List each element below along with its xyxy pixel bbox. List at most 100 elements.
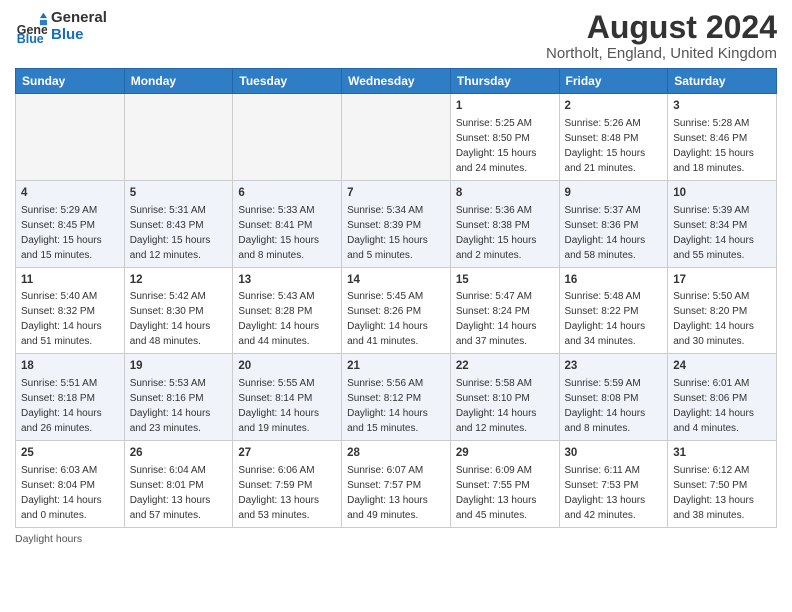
day-number: 11 bbox=[21, 272, 119, 289]
calendar-week-1: 4Sunrise: 5:29 AM Sunset: 8:45 PM Daylig… bbox=[16, 180, 777, 267]
col-header-thursday: Thursday bbox=[450, 69, 559, 94]
col-header-monday: Monday bbox=[124, 69, 233, 94]
logo-text-general: General bbox=[51, 10, 107, 27]
day-number: 1 bbox=[456, 98, 554, 115]
day-info: Sunrise: 6:01 AM Sunset: 8:06 PM Dayligh… bbox=[673, 376, 771, 436]
day-info: Sunrise: 5:36 AM Sunset: 8:38 PM Dayligh… bbox=[456, 203, 554, 263]
day-info: Sunrise: 5:26 AM Sunset: 8:48 PM Dayligh… bbox=[565, 116, 663, 176]
day-number: 5 bbox=[130, 185, 228, 202]
calendar-cell: 23Sunrise: 5:59 AM Sunset: 8:08 PM Dayli… bbox=[559, 354, 668, 441]
calendar-cell: 24Sunrise: 6:01 AM Sunset: 8:06 PM Dayli… bbox=[668, 354, 777, 441]
day-number: 8 bbox=[456, 185, 554, 202]
calendar-cell: 9Sunrise: 5:37 AM Sunset: 8:36 PM Daylig… bbox=[559, 180, 668, 267]
logo: General Blue General Blue bbox=[15, 10, 107, 43]
day-info: Sunrise: 5:31 AM Sunset: 8:43 PM Dayligh… bbox=[130, 203, 228, 263]
calendar-cell: 25Sunrise: 6:03 AM Sunset: 8:04 PM Dayli… bbox=[16, 440, 125, 527]
day-number: 23 bbox=[565, 358, 663, 375]
day-info: Sunrise: 5:29 AM Sunset: 8:45 PM Dayligh… bbox=[21, 203, 119, 263]
calendar-header-row: SundayMondayTuesdayWednesdayThursdayFrid… bbox=[16, 69, 777, 94]
calendar-cell bbox=[124, 94, 233, 181]
day-number: 7 bbox=[347, 185, 445, 202]
calendar-cell: 3Sunrise: 5:28 AM Sunset: 8:46 PM Daylig… bbox=[668, 94, 777, 181]
day-info: Sunrise: 5:48 AM Sunset: 8:22 PM Dayligh… bbox=[565, 289, 663, 349]
calendar-cell: 26Sunrise: 6:04 AM Sunset: 8:01 PM Dayli… bbox=[124, 440, 233, 527]
day-info: Sunrise: 5:51 AM Sunset: 8:18 PM Dayligh… bbox=[21, 376, 119, 436]
calendar-cell: 14Sunrise: 5:45 AM Sunset: 8:26 PM Dayli… bbox=[342, 267, 451, 354]
calendar-cell: 4Sunrise: 5:29 AM Sunset: 8:45 PM Daylig… bbox=[16, 180, 125, 267]
day-number: 12 bbox=[130, 272, 228, 289]
day-info: Sunrise: 5:45 AM Sunset: 8:26 PM Dayligh… bbox=[347, 289, 445, 349]
day-info: Sunrise: 6:11 AM Sunset: 7:53 PM Dayligh… bbox=[565, 463, 663, 523]
calendar-cell: 13Sunrise: 5:43 AM Sunset: 8:28 PM Dayli… bbox=[233, 267, 342, 354]
calendar-cell: 1Sunrise: 5:25 AM Sunset: 8:50 PM Daylig… bbox=[450, 94, 559, 181]
day-info: Sunrise: 5:50 AM Sunset: 8:20 PM Dayligh… bbox=[673, 289, 771, 349]
calendar-cell: 16Sunrise: 5:48 AM Sunset: 8:22 PM Dayli… bbox=[559, 267, 668, 354]
day-info: Sunrise: 5:56 AM Sunset: 8:12 PM Dayligh… bbox=[347, 376, 445, 436]
day-info: Sunrise: 5:37 AM Sunset: 8:36 PM Dayligh… bbox=[565, 203, 663, 263]
calendar-cell: 21Sunrise: 5:56 AM Sunset: 8:12 PM Dayli… bbox=[342, 354, 451, 441]
day-number: 14 bbox=[347, 272, 445, 289]
calendar-cell: 30Sunrise: 6:11 AM Sunset: 7:53 PM Dayli… bbox=[559, 440, 668, 527]
day-number: 19 bbox=[130, 358, 228, 375]
day-number: 15 bbox=[456, 272, 554, 289]
day-number: 24 bbox=[673, 358, 771, 375]
day-number: 22 bbox=[456, 358, 554, 375]
calendar-cell: 29Sunrise: 6:09 AM Sunset: 7:55 PM Dayli… bbox=[450, 440, 559, 527]
calendar-cell: 20Sunrise: 5:55 AM Sunset: 8:14 PM Dayli… bbox=[233, 354, 342, 441]
calendar-cell bbox=[16, 94, 125, 181]
day-info: Sunrise: 5:25 AM Sunset: 8:50 PM Dayligh… bbox=[456, 116, 554, 176]
day-info: Sunrise: 5:55 AM Sunset: 8:14 PM Dayligh… bbox=[238, 376, 336, 436]
col-header-friday: Friday bbox=[559, 69, 668, 94]
calendar-cell: 6Sunrise: 5:33 AM Sunset: 8:41 PM Daylig… bbox=[233, 180, 342, 267]
calendar-week-2: 11Sunrise: 5:40 AM Sunset: 8:32 PM Dayli… bbox=[16, 267, 777, 354]
day-info: Sunrise: 5:59 AM Sunset: 8:08 PM Dayligh… bbox=[565, 376, 663, 436]
col-header-saturday: Saturday bbox=[668, 69, 777, 94]
day-info: Sunrise: 6:07 AM Sunset: 7:57 PM Dayligh… bbox=[347, 463, 445, 523]
calendar-cell bbox=[342, 94, 451, 181]
col-header-sunday: Sunday bbox=[16, 69, 125, 94]
calendar-cell: 11Sunrise: 5:40 AM Sunset: 8:32 PM Dayli… bbox=[16, 267, 125, 354]
day-number: 27 bbox=[238, 445, 336, 462]
day-number: 3 bbox=[673, 98, 771, 115]
calendar-cell: 12Sunrise: 5:42 AM Sunset: 8:30 PM Dayli… bbox=[124, 267, 233, 354]
page: General Blue General Blue August 2024 No… bbox=[0, 0, 792, 612]
calendar-week-4: 25Sunrise: 6:03 AM Sunset: 8:04 PM Dayli… bbox=[16, 440, 777, 527]
calendar-cell: 19Sunrise: 5:53 AM Sunset: 8:16 PM Dayli… bbox=[124, 354, 233, 441]
calendar-cell: 28Sunrise: 6:07 AM Sunset: 7:57 PM Dayli… bbox=[342, 440, 451, 527]
day-number: 17 bbox=[673, 272, 771, 289]
calendar-cell: 8Sunrise: 5:36 AM Sunset: 8:38 PM Daylig… bbox=[450, 180, 559, 267]
day-info: Sunrise: 6:06 AM Sunset: 7:59 PM Dayligh… bbox=[238, 463, 336, 523]
day-info: Sunrise: 6:12 AM Sunset: 7:50 PM Dayligh… bbox=[673, 463, 771, 523]
day-number: 2 bbox=[565, 98, 663, 115]
location: Northolt, England, United Kingdom bbox=[546, 45, 777, 62]
day-info: Sunrise: 5:40 AM Sunset: 8:32 PM Dayligh… bbox=[21, 289, 119, 349]
calendar-cell: 31Sunrise: 6:12 AM Sunset: 7:50 PM Dayli… bbox=[668, 440, 777, 527]
day-number: 13 bbox=[238, 272, 336, 289]
calendar-week-3: 18Sunrise: 5:51 AM Sunset: 8:18 PM Dayli… bbox=[16, 354, 777, 441]
col-header-tuesday: Tuesday bbox=[233, 69, 342, 94]
day-number: 30 bbox=[565, 445, 663, 462]
logo-text-blue: Blue bbox=[51, 27, 107, 44]
day-number: 10 bbox=[673, 185, 771, 202]
calendar-cell bbox=[233, 94, 342, 181]
day-info: Sunrise: 5:58 AM Sunset: 8:10 PM Dayligh… bbox=[456, 376, 554, 436]
day-info: Sunrise: 5:43 AM Sunset: 8:28 PM Dayligh… bbox=[238, 289, 336, 349]
calendar-cell: 15Sunrise: 5:47 AM Sunset: 8:24 PM Dayli… bbox=[450, 267, 559, 354]
month-title: August 2024 bbox=[546, 10, 777, 45]
day-number: 25 bbox=[21, 445, 119, 462]
header: General Blue General Blue August 2024 No… bbox=[15, 10, 777, 62]
day-number: 21 bbox=[347, 358, 445, 375]
calendar-week-0: 1Sunrise: 5:25 AM Sunset: 8:50 PM Daylig… bbox=[16, 94, 777, 181]
day-info: Sunrise: 5:28 AM Sunset: 8:46 PM Dayligh… bbox=[673, 116, 771, 176]
day-number: 6 bbox=[238, 185, 336, 202]
footer-note: Daylight hours bbox=[15, 533, 777, 545]
day-info: Sunrise: 5:42 AM Sunset: 8:30 PM Dayligh… bbox=[130, 289, 228, 349]
day-info: Sunrise: 6:04 AM Sunset: 8:01 PM Dayligh… bbox=[130, 463, 228, 523]
title-block: August 2024 Northolt, England, United Ki… bbox=[546, 10, 777, 62]
calendar-cell: 2Sunrise: 5:26 AM Sunset: 8:48 PM Daylig… bbox=[559, 94, 668, 181]
day-number: 16 bbox=[565, 272, 663, 289]
day-number: 28 bbox=[347, 445, 445, 462]
day-number: 18 bbox=[21, 358, 119, 375]
col-header-wednesday: Wednesday bbox=[342, 69, 451, 94]
day-number: 26 bbox=[130, 445, 228, 462]
